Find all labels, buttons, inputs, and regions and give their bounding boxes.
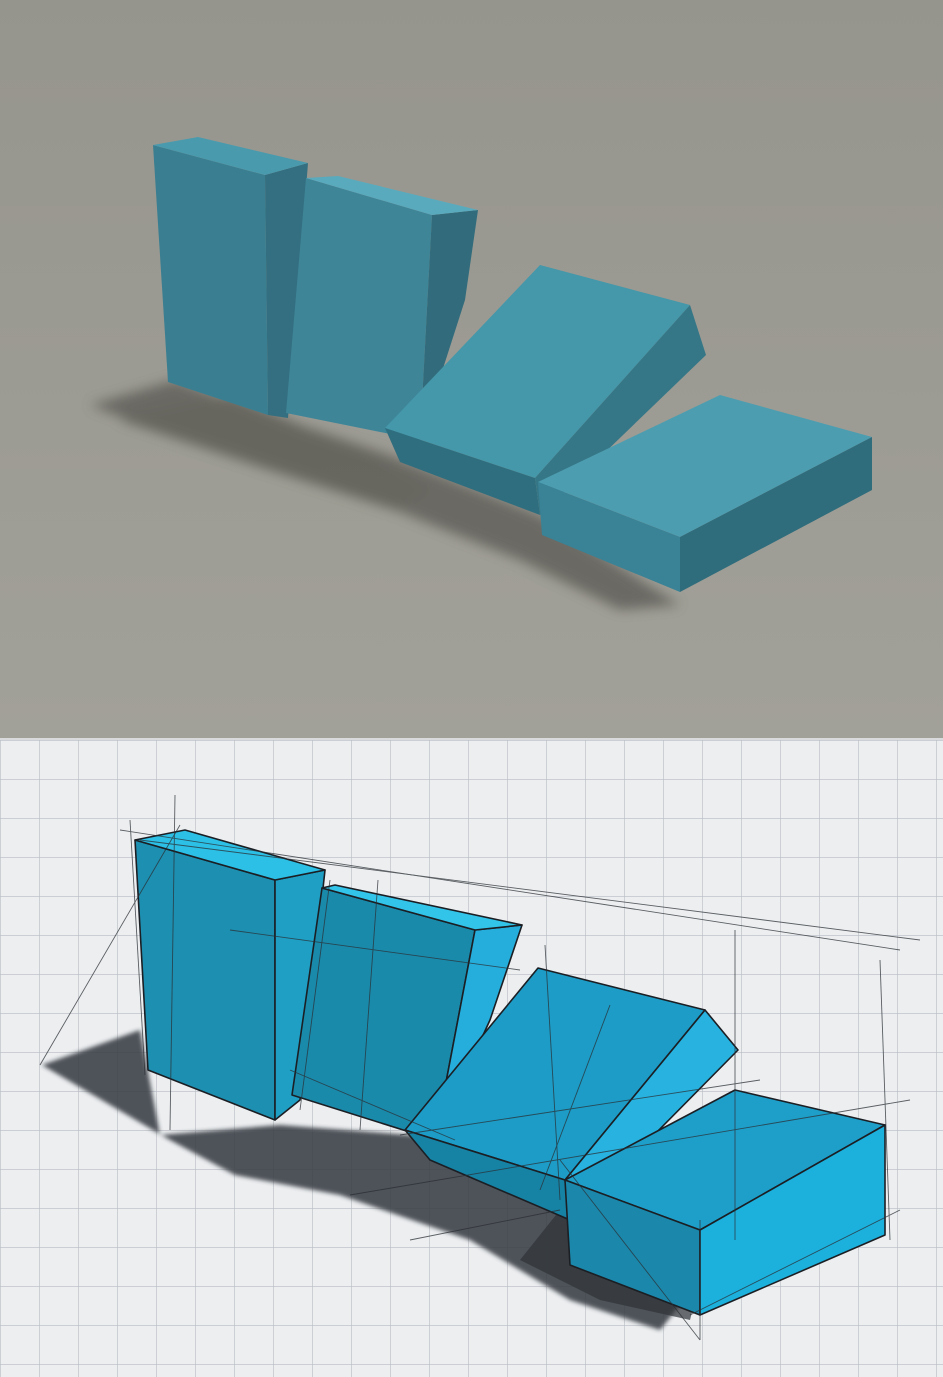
sketch-panel	[0, 740, 943, 1377]
render-illustration	[0, 0, 943, 740]
render-block-1	[153, 137, 308, 418]
render-panel	[0, 0, 943, 740]
sketch-illustration	[0, 740, 943, 1377]
